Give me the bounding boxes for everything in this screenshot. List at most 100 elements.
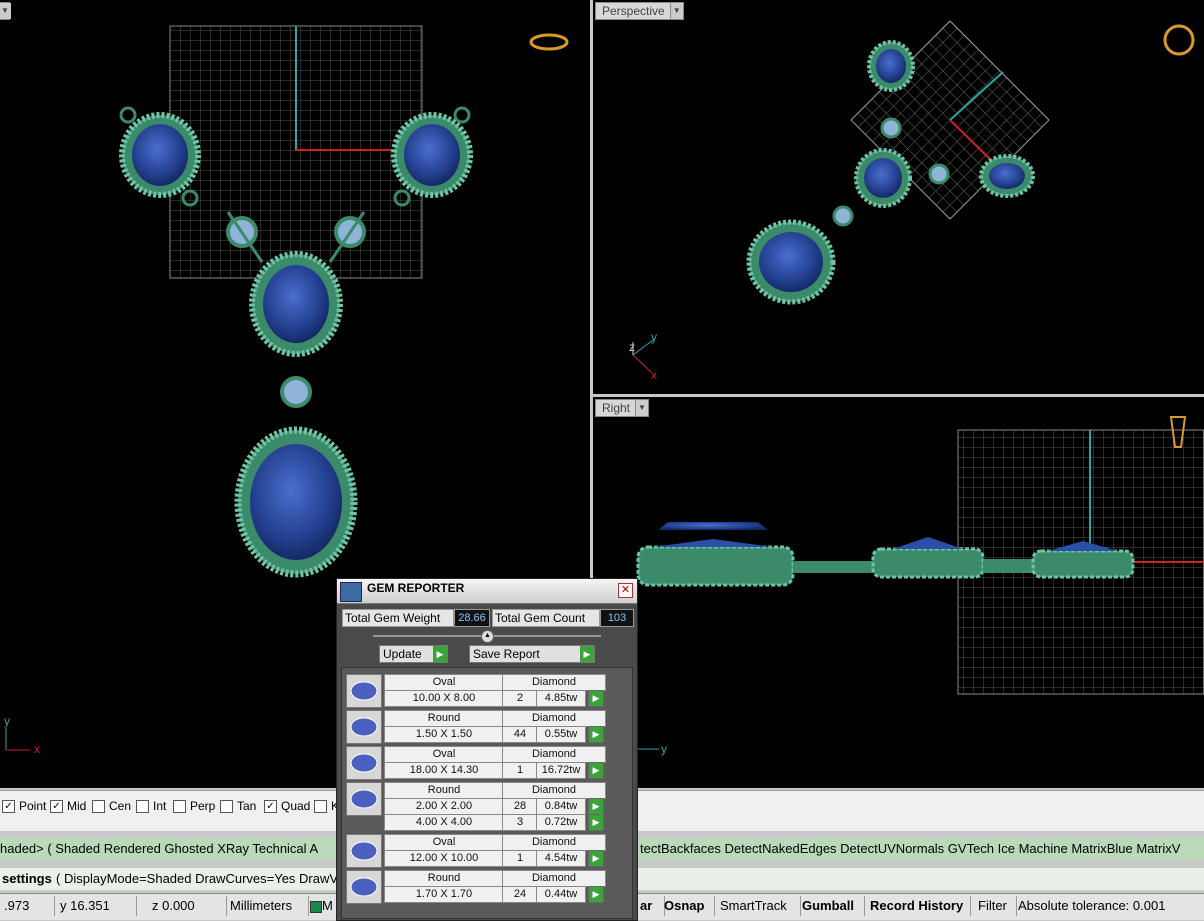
axis-y-label: y [661, 742, 667, 756]
checkbox-icon[interactable] [136, 799, 149, 813]
status-smarttrack[interactable]: SmartTrack [716, 896, 801, 916]
gem-weight: 4.85tw [536, 690, 586, 707]
play-icon[interactable]: ▶ [588, 762, 604, 779]
gem-count: 28 [502, 798, 538, 815]
axis-y-label: y [4, 714, 10, 728]
chevron-down-icon[interactable]: ▼ [635, 400, 649, 416]
play-icon[interactable]: ▶ [588, 726, 604, 743]
gem-weight: 4.54tw [536, 850, 586, 867]
tab-right[interactable]: Right ▼ [595, 399, 650, 417]
round-gem-icon [346, 710, 382, 744]
gem-size: 1.50 X 1.50 [384, 726, 504, 743]
gem-shape: Round [384, 782, 504, 799]
checkbox-icon[interactable]: ✓ [2, 799, 15, 813]
status-z: z 0.000 [148, 896, 227, 916]
play-icon[interactable]: ▶ [588, 814, 604, 831]
play-icon[interactable]: ▶ [588, 850, 604, 867]
checkbox-icon[interactable]: ✓ [264, 799, 277, 813]
osnap-label: Mid [67, 799, 87, 813]
osnap-perp[interactable]: Perp [173, 799, 215, 813]
checkbox-icon[interactable] [220, 799, 233, 813]
top-viewport-tab[interactable]: ▼ [0, 2, 11, 20]
checkbox-icon[interactable]: ✓ [50, 799, 63, 813]
gem-shape: Oval [384, 746, 504, 763]
chevron-down-icon[interactable]: ▼ [0, 3, 11, 19]
tab-perspective[interactable]: Perspective ▼ [595, 2, 684, 20]
perspective-viewport[interactable]: Perspective ▼ y x z [593, 0, 1204, 394]
gem-row[interactable]: Oval Diamond 12.00 X 10.00 1 4.54tw ▶ [346, 834, 608, 868]
gem-list[interactable]: Oval Diamond 10.00 X 8.00 2 4.85tw ▶ Rou… [341, 667, 633, 919]
gem-shape: Oval [384, 674, 504, 691]
status-record-history[interactable]: Record History [866, 896, 971, 916]
axis-x-label: x [34, 742, 40, 756]
oval-gem-icon [346, 746, 382, 780]
gem-material: Diamond [502, 674, 606, 691]
status-osnap[interactable]: Osnap [660, 896, 715, 916]
gem-row[interactable]: Round Diamond 1.50 X 1.50 44 0.55tw ▶ [346, 710, 608, 744]
gem-reporter-titlebar[interactable]: GEM REPORTER ✕ [337, 579, 637, 604]
gem-weight: 16.72tw [536, 762, 586, 779]
osnap-point[interactable]: ✓ Point [2, 799, 46, 813]
display-modes-right[interactable]: tectBackfaces DetectNakedEdges DetectUVN… [640, 841, 1180, 856]
gem-row[interactable]: Round Diamond 2.00 X 2.00 28 0.84tw ▶ 4.… [346, 782, 608, 832]
gem-count: 1 [502, 850, 538, 867]
osnap-int[interactable]: Int [136, 799, 166, 813]
gem-size: 4.00 X 4.00 [384, 814, 504, 831]
osnap-label: Int [153, 799, 167, 813]
gem-row[interactable]: Oval Diamond 10.00 X 8.00 2 4.85tw ▶ [346, 674, 608, 708]
gem-count: 2 [502, 690, 538, 707]
status-y: y 16.351 [56, 896, 137, 916]
status-layer-label: M [322, 898, 333, 913]
chevron-down-icon[interactable]: ▼ [669, 3, 683, 19]
osnap-quad[interactable]: ✓ Quad [264, 799, 310, 813]
gem-totals: Total Gem Weight 28.66 Total Gem Count 1… [342, 609, 634, 627]
status-units[interactable]: Millimeters [226, 896, 309, 916]
status-layer[interactable]: M [306, 896, 337, 916]
gem-size: 10.00 X 8.00 [384, 690, 504, 707]
tab-perspective-label: Perspective [602, 4, 665, 18]
save-report-label: Save Report [473, 647, 540, 661]
total-weight-label: Total Gem Weight [342, 609, 454, 627]
gem-material: Diamond [502, 746, 606, 763]
gem-count: 3 [502, 814, 538, 831]
tab-right-label: Right [602, 401, 631, 415]
update-button[interactable]: Update ▶ [379, 645, 448, 663]
osnap-label: Tan [237, 799, 257, 813]
status-gumball[interactable]: Gumball [798, 896, 865, 916]
play-icon[interactable]: ▶ [588, 798, 604, 815]
axis-z-label: z [629, 340, 635, 354]
ring-perspective-icon [1163, 24, 1195, 56]
gem-material: Diamond [502, 834, 606, 851]
gem-weight: 0.72tw [536, 814, 586, 831]
gem-row[interactable]: Round Diamond 1.70 X 1.70 24 0.44tw ▶ [346, 870, 608, 904]
osnap-tan[interactable]: Tan [220, 799, 256, 813]
gem-shape: Oval [384, 834, 504, 851]
gem-shape: Round [384, 870, 504, 887]
play-icon[interactable]: ▶ [588, 886, 604, 903]
osnap-cen[interactable]: Cen [92, 799, 131, 813]
gem-count: 24 [502, 886, 538, 903]
slider-knob-icon[interactable]: ▲ [481, 630, 494, 643]
status-filter[interactable]: Filter [974, 896, 1017, 916]
osnap-label: Perp [190, 799, 216, 813]
gem-row[interactable]: Oval Diamond 18.00 X 14.30 1 16.72tw ▶ [346, 746, 608, 780]
perspective-viewport-canvas [632, 20, 1195, 373]
right-viewport[interactable]: Right ▼ y [593, 397, 1204, 788]
checkbox-icon[interactable] [173, 799, 186, 813]
checkbox-icon[interactable] [92, 799, 105, 813]
play-icon[interactable]: ▶ [588, 690, 604, 707]
osnap-label: Quad [281, 799, 311, 813]
close-icon[interactable]: ✕ [618, 583, 633, 598]
command-options[interactable]: ( DisplayMode=Shaded DrawCurves=Yes Draw… [56, 871, 338, 886]
gem-material: Diamond [502, 710, 606, 727]
osnap-mid[interactable]: ✓ Mid [50, 799, 86, 813]
gem-reporter-panel[interactable]: GEM REPORTER ✕ Total Gem Weight 28.66 To… [336, 578, 638, 921]
total-count-label: Total Gem Count [492, 609, 600, 627]
save-report-button[interactable]: Save Report ▶ [469, 645, 595, 663]
round-gem-icon [346, 782, 382, 816]
checkbox-icon[interactable] [314, 799, 327, 813]
display-modes-left[interactable]: haded> ( Shaded Rendered Ghosted XRay Te… [0, 841, 318, 856]
gem-count: 1 [502, 762, 538, 779]
gem-size: 18.00 X 14.30 [384, 762, 504, 779]
oval-gem-icon [346, 834, 382, 868]
